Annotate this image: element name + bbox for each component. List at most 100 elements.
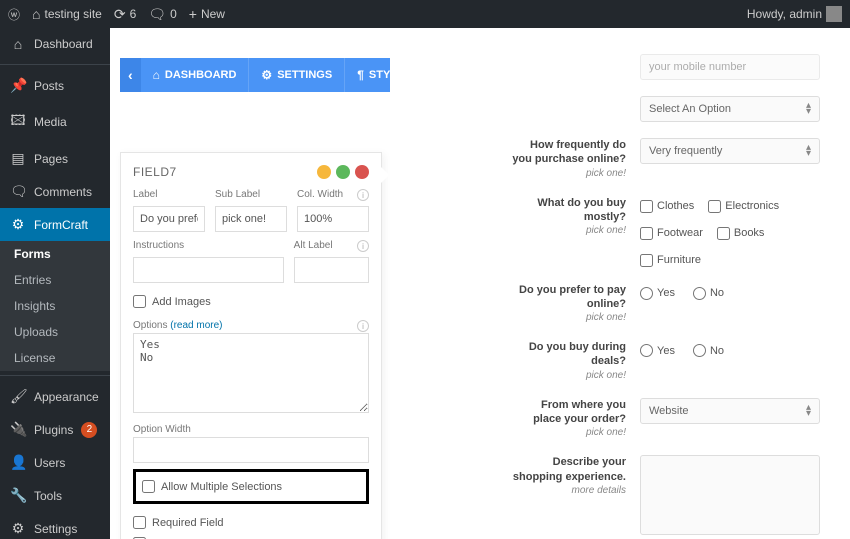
close-icon[interactable] — [355, 165, 369, 179]
add-icon[interactable] — [336, 165, 350, 179]
menu-plugins[interactable]: 🔌Plugins 2 — [0, 413, 110, 446]
main-content: ‹ ⌂DASHBOARD ⚙SETTINGS ¶STYLING ▦ADDONS … — [110, 28, 850, 539]
q3-opt-books[interactable]: Books — [717, 227, 765, 240]
q3-opt-clothes[interactable]: Clothes — [640, 200, 694, 213]
field-editor-panel: FIELD7 Label Sub Label Col. Widthi Instr… — [120, 152, 382, 539]
refresh-icon: ⟳ — [114, 6, 126, 23]
select-field-1[interactable]: Select An Option▴▾ — [640, 96, 820, 122]
menu-formcraft[interactable]: ⚙FormCraft — [0, 208, 110, 241]
optwidth-lbl: Option Width — [133, 424, 369, 435]
q3-opt-furniture[interactable]: Furniture — [640, 254, 701, 267]
home-icon: ⌂ — [32, 6, 40, 22]
allow-multiple-highlight: Allow Multiple Selections — [133, 469, 369, 504]
plugin-update-badge: 2 — [81, 422, 97, 438]
select-chevron-icon: ▴▾ — [806, 405, 811, 417]
q4-label: Do you prefer to pay online?pick one! — [510, 283, 640, 325]
menu-posts[interactable]: 📌Posts — [0, 69, 110, 102]
colwidth-input[interactable] — [297, 206, 369, 232]
pages-icon: ▤ — [10, 150, 26, 167]
submenu-uploads[interactable]: Uploads — [0, 319, 110, 345]
q4-opt-yes[interactable]: Yes — [640, 287, 675, 300]
media-icon: 🖾 — [10, 110, 26, 134]
menu-pages[interactable]: ▤Pages — [0, 142, 110, 175]
q4-radiogroup: Yes No — [640, 283, 820, 300]
new-content[interactable]: + New — [189, 6, 225, 22]
menu-media[interactable]: 🖾Media — [0, 102, 110, 142]
submenu-forms[interactable]: Forms — [0, 241, 110, 267]
sublabel-input[interactable] — [215, 206, 287, 232]
plug-icon: 🔌 — [10, 421, 26, 438]
menu-comments[interactable]: 🗨Comments — [0, 175, 110, 208]
q5-opt-no[interactable]: No — [693, 344, 724, 357]
options-textarea[interactable]: Yes No — [133, 333, 369, 413]
home-icon: ⌂ — [153, 68, 160, 82]
add-images-check[interactable]: Add Images — [133, 291, 369, 312]
formcraft-submenu: Forms Entries Insights Uploads License — [0, 241, 110, 371]
form-preview: Select An Option▴▾ How frequently do you… — [390, 28, 840, 539]
comments-bubble[interactable]: 🗨 0 — [148, 6, 176, 23]
instructions-input[interactable] — [133, 257, 284, 283]
select-chevron-icon: ▴▾ — [806, 103, 811, 115]
menu-settings[interactable]: ⚙Settings — [0, 512, 110, 539]
tb-settings[interactable]: ⚙SETTINGS — [249, 58, 345, 92]
submenu-license[interactable]: License — [0, 345, 110, 371]
styling-icon: ¶ — [357, 68, 364, 82]
q7-textarea[interactable] — [640, 455, 820, 535]
chevron-left-icon: ‹ — [128, 67, 133, 83]
back-button[interactable]: ‹ — [120, 58, 141, 92]
menu-dashboard[interactable]: ⌂Dashboard — [0, 28, 110, 60]
q5-opt-yes[interactable]: Yes — [640, 344, 675, 357]
menu-users[interactable]: 👤Users — [0, 446, 110, 479]
q3-label: What do you buy mostly?pick one! — [510, 196, 640, 238]
plus-icon: + — [189, 6, 197, 22]
allow-multiple-check[interactable]: Allow Multiple Selections — [142, 476, 360, 497]
submenu-insights[interactable]: Insights — [0, 293, 110, 319]
altlabel-input[interactable] — [294, 257, 369, 283]
q3-opt-footwear[interactable]: Footwear — [640, 227, 703, 240]
gear-icon: ⚙ — [10, 216, 26, 233]
settings-icon: ⚙ — [10, 520, 26, 537]
instructions-lbl: Instructions — [133, 240, 284, 251]
mobile-input[interactable] — [640, 54, 820, 80]
q2-select[interactable]: Very frequently▴▾ — [640, 138, 820, 164]
q4-opt-no[interactable]: No — [693, 287, 724, 300]
q3-checkgroup: Clothes Electronics Footwear Books Furni… — [640, 196, 820, 267]
admin-sidebar: ⌂Dashboard 📌Posts 🖾Media ▤Pages 🗨Comment… — [0, 28, 110, 539]
comment-icon: 🗨 — [148, 6, 166, 23]
options-lbl: Options (read more)i — [133, 320, 369, 331]
howdy-user[interactable]: Howdy, admin — [747, 6, 842, 22]
comments-icon: 🗨 — [10, 183, 26, 200]
wp-logo[interactable]: ⓦ — [8, 6, 20, 23]
hide-field-check[interactable]: Hide Field on Page Load — [133, 533, 369, 539]
dashboard-icon: ⌂ — [10, 36, 26, 52]
brush-icon: 🖌 — [10, 388, 26, 405]
q3-opt-electronics[interactable]: Electronics — [708, 200, 779, 213]
updates[interactable]: ⟳ 6 — [114, 6, 136, 23]
info-icon[interactable]: i — [357, 320, 369, 332]
altlabel-lbl: Alt Labeli — [294, 240, 369, 251]
info-icon[interactable]: i — [357, 189, 369, 201]
q6-label: From where you place your order?pick one… — [510, 398, 640, 440]
minimize-icon[interactable] — [317, 165, 331, 179]
sublabel-lbl: Sub Label — [215, 189, 287, 200]
q2-label: How frequently do you purchase online?pi… — [510, 138, 640, 180]
info-icon[interactable]: i — [357, 240, 369, 252]
q5-label: Do you buy during deals?pick one! — [510, 340, 640, 382]
optwidth-input[interactable] — [133, 437, 369, 463]
submenu-entries[interactable]: Entries — [0, 267, 110, 293]
q6-select[interactable]: Website▴▾ — [640, 398, 820, 424]
label-input[interactable] — [133, 206, 205, 232]
pin-icon: 📌 — [10, 77, 26, 94]
menu-tools[interactable]: 🔧Tools — [0, 479, 110, 512]
gear-icon: ⚙ — [261, 68, 272, 82]
menu-appearance[interactable]: 🖌Appearance — [0, 380, 110, 413]
site-name[interactable]: ⌂ testing site — [32, 6, 102, 22]
avatar — [826, 6, 842, 22]
wrench-icon: 🔧 — [10, 487, 26, 504]
tb-dashboard[interactable]: ⌂DASHBOARD — [141, 58, 250, 92]
panel-title: FIELD7 — [133, 165, 177, 179]
required-check[interactable]: Required Field — [133, 512, 369, 533]
wp-admin-bar: ⓦ ⌂ testing site ⟳ 6 🗨 0 + New Howdy, ad… — [0, 0, 850, 28]
options-readmore-link[interactable]: (read more) — [170, 320, 222, 331]
label-lbl: Label — [133, 189, 205, 200]
